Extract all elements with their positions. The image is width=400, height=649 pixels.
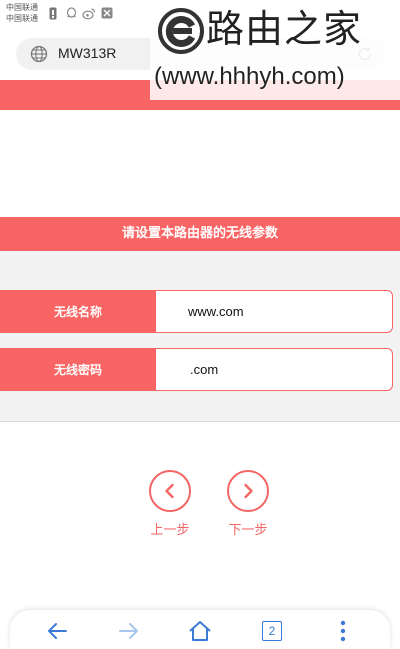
more-menu-button[interactable]: [330, 618, 356, 644]
home-button[interactable]: [187, 618, 213, 644]
arrow-right-icon: [119, 623, 138, 639]
globe-icon: [30, 45, 48, 63]
arrow-left-icon: [48, 623, 67, 639]
tab-count-badge: 2: [262, 621, 282, 641]
home-icon: [189, 621, 211, 641]
notification-icons: [46, 6, 114, 20]
watermark-url: (www.hhhyh.com): [154, 63, 345, 90]
ssid-label: 无线名称: [0, 291, 156, 332]
chevron-right-icon: [244, 483, 253, 499]
carrier-name-2: 中国联通: [6, 14, 38, 23]
ssid-input[interactable]: www.com: [188, 291, 244, 332]
password-field-row: 无线密码 .com: [0, 348, 393, 391]
app-icon: [100, 6, 114, 20]
watermark-title: 路由之家: [206, 7, 363, 51]
next-step-label[interactable]: 下一步: [218, 519, 278, 538]
tabs-button[interactable]: 2: [259, 618, 285, 644]
browser-toolbar: 2: [10, 610, 390, 649]
password-input[interactable]: .com: [190, 349, 218, 390]
back-button[interactable]: [44, 618, 70, 644]
forward-button[interactable]: [116, 618, 142, 644]
alert-icon: [46, 6, 60, 20]
watermark-logo-icon: [156, 6, 206, 56]
watermark: 路由之家 (www.hhhyh.com): [150, 2, 400, 100]
qq-icon: [64, 6, 78, 20]
password-label: 无线密码: [0, 349, 156, 390]
prev-step-button[interactable]: [149, 470, 191, 512]
wireless-settings-panel: 请设置本路由器的无线参数 无线名称 www.com 无线密码 .com: [0, 217, 400, 422]
chevron-left-icon: [165, 483, 174, 499]
more-vertical-icon: [340, 620, 346, 642]
panel-title: 请设置本路由器的无线参数: [0, 217, 400, 251]
prev-step-label[interactable]: 上一步: [140, 519, 200, 538]
url-text[interactable]: MW313R: [58, 45, 116, 61]
next-step-button[interactable]: [227, 470, 269, 512]
weibo-icon: [82, 6, 96, 20]
carrier-name-1: 中国联通: [6, 3, 38, 12]
ssid-field-row: 无线名称 www.com: [0, 290, 393, 333]
